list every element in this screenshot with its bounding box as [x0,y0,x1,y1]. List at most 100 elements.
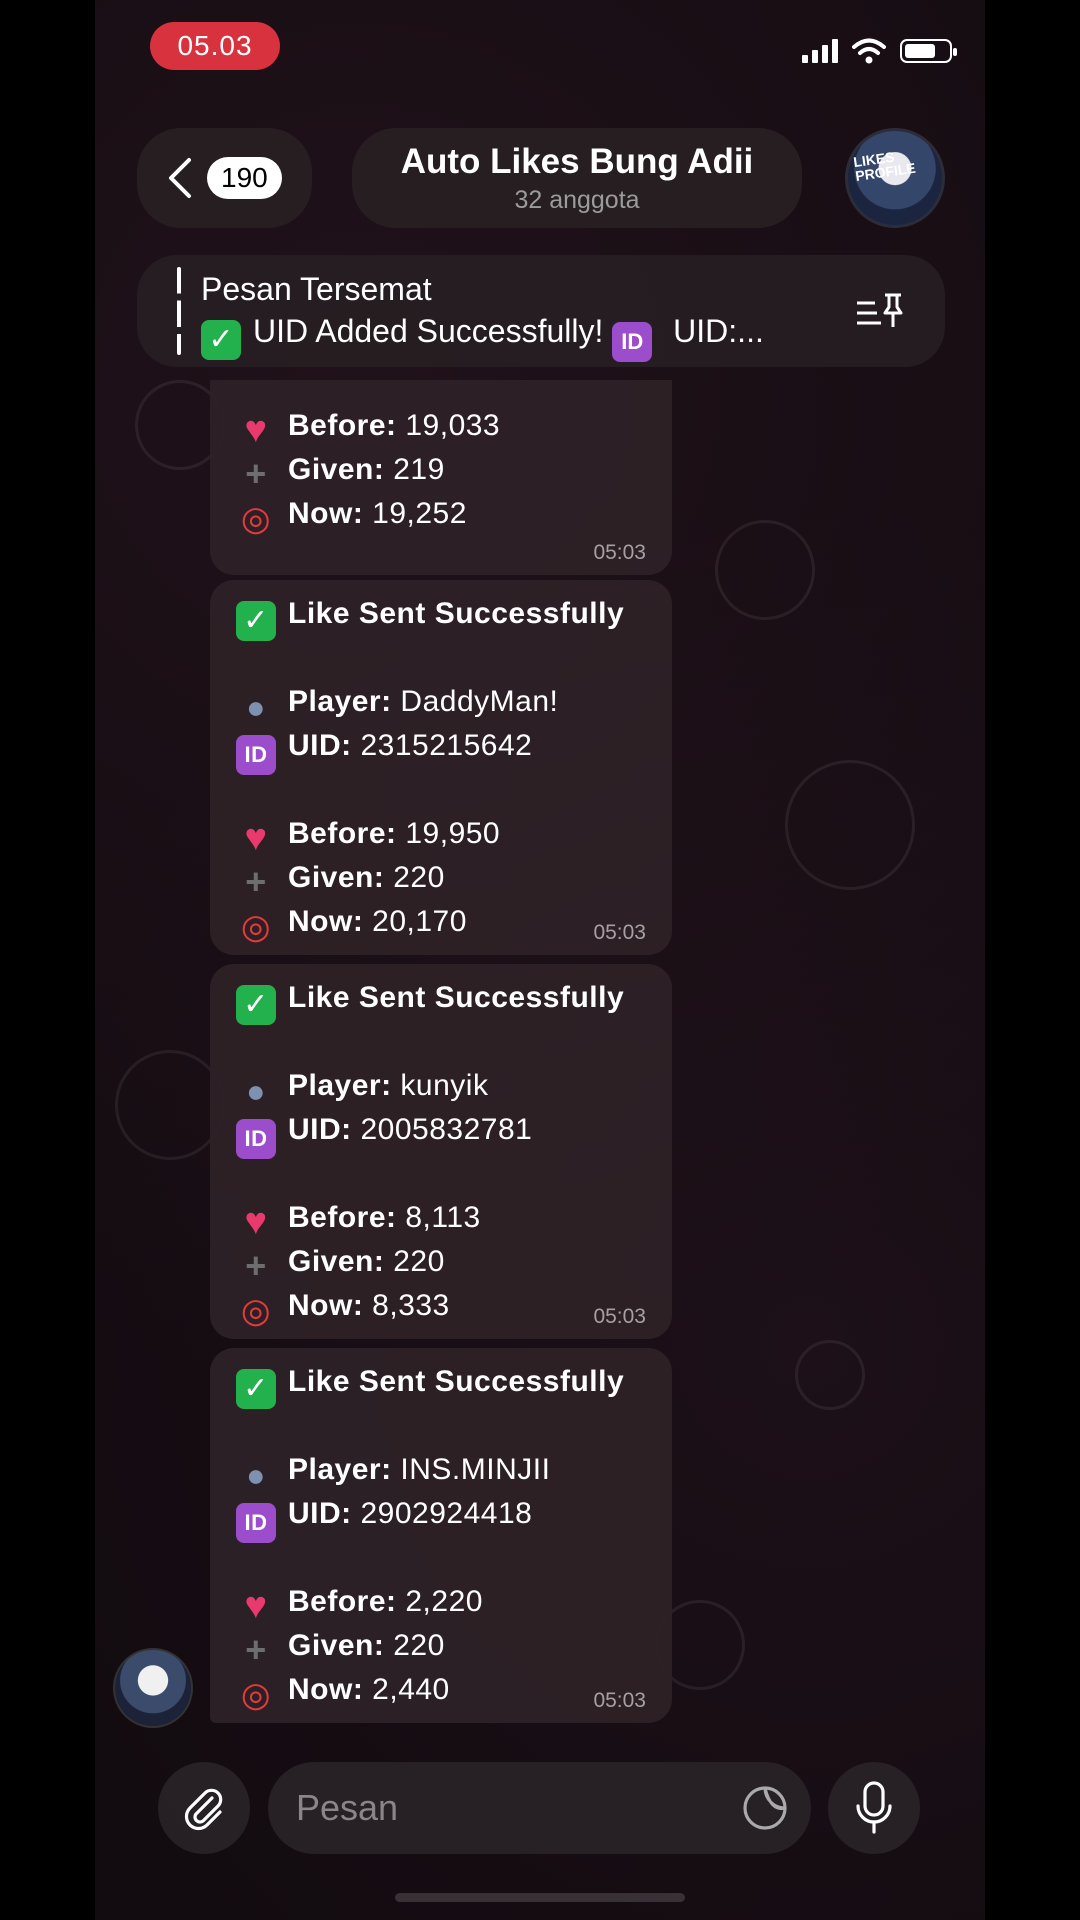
battery-icon [900,39,957,63]
player-name: INS.MINJII [400,1453,551,1486]
message-input-container[interactable] [268,1762,811,1854]
member-count: 32 anggota [514,186,640,214]
id-tag-icon: ID [612,322,653,362]
dart-icon: ◎ [240,1676,272,1714]
given-value: 219 [393,453,445,486]
pinned-preview-tail: UID:... [664,313,764,349]
plus-icon: + [245,1629,267,1670]
pinned-preview-text: UID Added Successfully! [253,313,613,349]
id-tag-icon: ID [236,1503,276,1543]
message-bubble[interactable]: ✓ Like Sent Successfully ● Player: DaddyMa… [210,580,672,955]
chevron-left-icon [169,158,191,198]
before-label: Before: [288,1585,397,1618]
heart-icon: ♥ [244,1201,268,1243]
now-label: Now: [288,1673,364,1706]
back-button[interactable]: 190 [137,128,312,228]
message-time: 05:03 [593,1305,646,1328]
heart-icon: ♥ [244,1585,268,1627]
uid-label: UID: [288,1497,352,1530]
background-doodle [715,520,815,620]
heart-icon: ♥ [244,817,268,859]
uid-value: 2005832781 [360,1113,533,1146]
status-icons [802,38,957,64]
plus-icon: + [245,453,267,494]
message-bubble[interactable]: ♥ Before: 19,033 + Given: 219 ◎ Now: 19,252… [210,380,672,575]
uid-label: UID: [288,729,352,762]
now-label: Now: [288,905,364,938]
pinned-preview: ✓ UID Added Successfully! ID UID:... [201,313,764,362]
background-doodle [795,1340,865,1410]
avatar-logo-text: LIKES PROFILE [852,148,917,184]
group-avatar[interactable]: LIKES PROFILE [845,128,945,228]
player-name: kunyik [400,1069,489,1102]
dart-icon: ◎ [240,500,272,538]
chat-title-area[interactable]: Auto Likes Bung Adii 32 anggota [352,128,802,228]
sticker-icon[interactable] [741,1784,789,1832]
message-bubble[interactable]: ✓ Like Sent Successfully ● Player: INS.MIN… [210,1348,672,1723]
now-value: 20,170 [372,905,467,938]
given-value: 220 [393,861,445,894]
sender-avatar[interactable] [113,1648,193,1728]
user-icon: ● [246,1073,266,1109]
id-tag-icon: ID [236,735,276,775]
now-label: Now: [288,497,364,530]
player-name: DaddyMan! [400,685,559,718]
user-icon: ● [246,1457,266,1493]
check-icon: ✓ [236,601,276,641]
uid-value: 2902924418 [360,1497,533,1530]
dart-icon: ◎ [240,1292,272,1330]
status-time: 05.03 [150,22,280,70]
uid-label: UID: [288,1113,352,1146]
message-time: 05:03 [593,921,646,944]
before-value: 19,033 [405,409,501,442]
now-value: 8,333 [372,1289,450,1322]
background-doodle [115,1050,225,1160]
before-value: 8,113 [405,1201,481,1234]
id-tag-icon: ID [236,1119,276,1159]
message-time: 05:03 [593,1689,646,1712]
pin-list-icon[interactable] [855,291,905,331]
heart-icon: ♥ [244,409,268,451]
player-label: Player: [288,1453,392,1486]
uid-value: 2315215642 [360,729,533,762]
given-label: Given: [288,453,385,486]
plus-icon: + [245,1245,267,1286]
message-input[interactable] [296,1782,716,1834]
before-label: Before: [288,817,397,850]
attach-button[interactable] [158,1762,250,1854]
before-label: Before: [288,409,397,442]
player-label: Player: [288,685,392,718]
check-icon: ✓ [236,985,276,1025]
message-header: Like Sent Successfully [288,597,625,630]
now-value: 2,440 [372,1673,450,1706]
given-label: Given: [288,861,385,894]
dart-icon: ◎ [240,908,272,946]
check-icon: ✓ [201,320,241,360]
player-label: Player: [288,1069,392,1102]
voice-record-button[interactable] [828,1762,920,1854]
given-label: Given: [288,1245,385,1278]
chat-title: Auto Likes Bung Adii [400,142,754,181]
before-label: Before: [288,1201,397,1234]
home-indicator [395,1893,685,1902]
message-bubble[interactable]: ✓ Like Sent Successfully ● Player: kunyik … [210,964,672,1339]
attach-icon [184,1788,223,1831]
given-label: Given: [288,1629,385,1662]
pinned-indicator [177,267,181,355]
now-label: Now: [288,1289,364,1322]
pinned-title: Pesan Tersemat [201,271,432,307]
before-value: 19,950 [405,817,501,850]
signal-icon [802,39,838,63]
message-header: Like Sent Successfully [288,1365,625,1398]
now-value: 19,252 [372,497,467,530]
before-value: 2,220 [405,1585,483,1618]
given-value: 220 [393,1629,445,1662]
user-icon: ● [246,689,266,725]
background-doodle [785,760,915,890]
message-time: 05:03 [593,541,646,564]
message-header: Like Sent Successfully [288,981,625,1014]
given-value: 220 [393,1245,445,1278]
unread-count-badge: 190 [207,157,282,199]
microphone-icon [856,1781,892,1834]
pinned-message-bar[interactable]: Pesan Tersemat ✓ UID Added Successfully! … [137,255,945,367]
